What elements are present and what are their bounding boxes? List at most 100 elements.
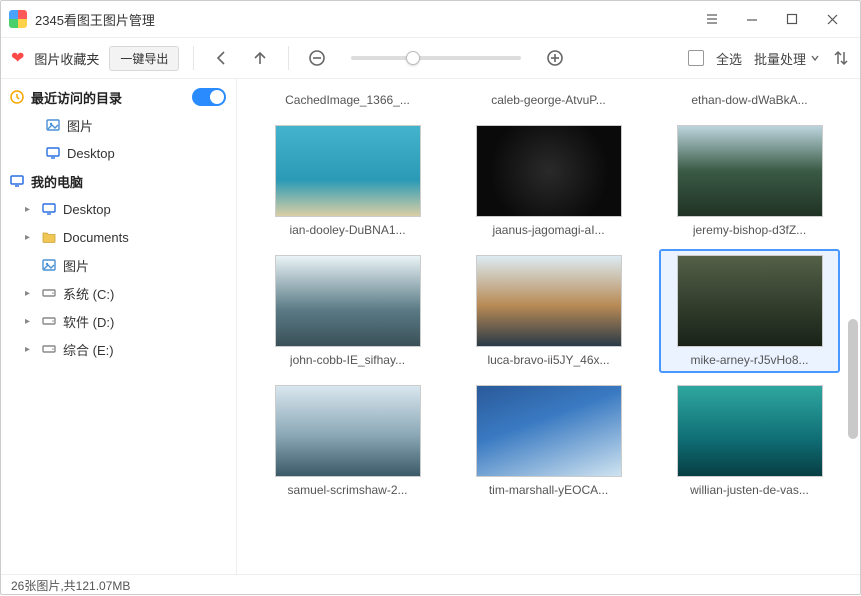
zoom-slider-thumb[interactable] bbox=[406, 51, 420, 65]
sidebar-mypc-item[interactable]: ▸ 综合 (E:) bbox=[1, 335, 236, 363]
minimize-button[interactable] bbox=[732, 5, 772, 33]
thumbnail-card[interactable]: luca-bravo-ii5JY_46x... bbox=[458, 249, 639, 373]
thumbnail-card[interactable]: ethan-dow-dWaBkA... bbox=[659, 85, 840, 113]
thumbnail-card[interactable]: samuel-scrimshaw-2... bbox=[257, 379, 438, 503]
batch-process-label: 批量处理 bbox=[754, 49, 806, 68]
thumbnail-caption: tim-marshall-yEOCA... bbox=[489, 483, 608, 497]
sidebar-recent-item[interactable]: 图片 bbox=[1, 111, 236, 139]
recent-toggle[interactable] bbox=[192, 88, 226, 106]
sidebar-mypc-item[interactable]: ▸ Desktop bbox=[1, 195, 236, 223]
thumbnail-caption: mike-arney-rJ5vHo8... bbox=[690, 353, 808, 367]
sidebar-item-label: 系统 (C:) bbox=[63, 284, 114, 303]
select-all-label: 全选 bbox=[716, 49, 742, 68]
heart-icon: ❤ bbox=[11, 48, 24, 68]
content-area: CachedImage_1366_... caleb-george-AtvuP..… bbox=[237, 79, 860, 574]
thumbnail-caption: CachedImage_1366_... bbox=[285, 93, 410, 107]
expand-icon: ▸ bbox=[25, 204, 35, 215]
thumbnail-image bbox=[677, 385, 823, 477]
scrollbar-track[interactable] bbox=[846, 79, 860, 574]
sidebar-item-label: Documents bbox=[63, 230, 129, 245]
menu-button[interactable] bbox=[692, 5, 732, 33]
export-button[interactable]: 一键导出 bbox=[109, 46, 179, 71]
sidebar-item-label: 综合 (E:) bbox=[63, 340, 114, 359]
favorites-label: 图片收藏夹 bbox=[34, 49, 99, 68]
expand-icon: ▸ bbox=[25, 316, 35, 327]
thumbnail-image bbox=[677, 125, 823, 217]
statusbar: 26张图片,共121.07MB bbox=[1, 574, 860, 596]
drive-icon bbox=[41, 285, 57, 301]
thumbnail-image bbox=[677, 255, 823, 347]
thumbnail-image bbox=[476, 125, 622, 217]
thumbnail-card[interactable]: john-cobb-IE_sifhay... bbox=[257, 249, 438, 373]
sidebar-item-label: 图片 bbox=[63, 256, 89, 275]
thumbnail-caption: ethan-dow-dWaBkA... bbox=[691, 93, 807, 107]
select-all-checkbox[interactable] bbox=[688, 50, 704, 66]
thumbnail-caption: john-cobb-IE_sifhay... bbox=[290, 353, 405, 367]
sidebar-item-label: Desktop bbox=[67, 146, 115, 161]
window-title: 2345看图王图片管理 bbox=[35, 10, 155, 29]
thumbnail-card[interactable]: jeremy-bishop-d3fZ... bbox=[659, 119, 840, 243]
sidebar-recent-header[interactable]: 最近访问的目录 bbox=[1, 83, 236, 111]
zoom-out-button[interactable] bbox=[303, 44, 331, 72]
thumbnail-card[interactable]: willian-justen-de-vas... bbox=[659, 379, 840, 503]
thumbnail-image bbox=[275, 255, 421, 347]
expand-icon: ▸ bbox=[25, 288, 35, 299]
sidebar-recent-item[interactable]: Desktop bbox=[1, 139, 236, 167]
monitor-icon bbox=[41, 201, 57, 217]
sidebar-mypc-item[interactable]: ▸ Documents bbox=[1, 223, 236, 251]
chevron-down-icon bbox=[810, 53, 820, 63]
up-button[interactable] bbox=[246, 44, 274, 72]
expand-icon: ▸ bbox=[25, 344, 35, 355]
thumbnail-caption: ian-dooley-DuBNA1... bbox=[289, 223, 405, 237]
thumbnail-card[interactable]: ian-dooley-DuBNA1... bbox=[257, 119, 438, 243]
sort-button[interactable] bbox=[832, 49, 850, 67]
sidebar-mypc-label: 我的电脑 bbox=[31, 172, 83, 191]
sidebar-mypc-item[interactable]: ▸ 系统 (C:) bbox=[1, 279, 236, 307]
thumbnail-image bbox=[476, 385, 622, 477]
sidebar-item-label: 图片 bbox=[67, 116, 93, 135]
sidebar: 最近访问的目录 图片 Desktop 我的电脑 ▸ Desktop ▸ Document… bbox=[1, 79, 237, 574]
thumbnail-caption: luca-bravo-ii5JY_46x... bbox=[487, 353, 609, 367]
export-button-label: 一键导出 bbox=[120, 52, 168, 66]
toolbar-divider bbox=[193, 46, 194, 70]
thumbnail-image bbox=[476, 255, 622, 347]
sidebar-item-label: 软件 (D:) bbox=[63, 312, 114, 331]
expand-icon: ▸ bbox=[25, 232, 35, 243]
batch-process-dropdown[interactable]: 批量处理 bbox=[754, 49, 820, 68]
zoom-slider[interactable] bbox=[351, 56, 521, 60]
zoom-in-button[interactable] bbox=[541, 44, 569, 72]
thumbnail-caption: willian-justen-de-vas... bbox=[690, 483, 809, 497]
monitor-icon bbox=[45, 145, 61, 161]
thumbnail-caption: jaanus-jagomagi-aI... bbox=[492, 223, 604, 237]
clock-icon bbox=[9, 89, 25, 105]
toolbar: ❤ 图片收藏夹 一键导出 全选 批量处理 bbox=[1, 37, 860, 79]
thumbnail-card[interactable]: tim-marshall-yEOCA... bbox=[458, 379, 639, 503]
close-button[interactable] bbox=[812, 5, 852, 33]
sidebar-mypc-item[interactable]: ▸ 软件 (D:) bbox=[1, 307, 236, 335]
thumbnail-card[interactable]: CachedImage_1366_... bbox=[257, 85, 438, 113]
picture-icon bbox=[41, 257, 57, 273]
sidebar-item-label: Desktop bbox=[63, 202, 111, 217]
statusbar-text: 26张图片,共121.07MB bbox=[11, 577, 130, 594]
thumbnail-card[interactable]: jaanus-jagomagi-aI... bbox=[458, 119, 639, 243]
thumbnail-card[interactable]: mike-arney-rJ5vHo8... bbox=[659, 249, 840, 373]
thumbnail-image bbox=[275, 125, 421, 217]
picture-icon bbox=[45, 117, 61, 133]
sidebar-recent-label: 最近访问的目录 bbox=[31, 88, 122, 107]
sidebar-mypc-item[interactable]: 图片 bbox=[1, 251, 236, 279]
drive-icon bbox=[41, 313, 57, 329]
thumbnail-caption: jeremy-bishop-d3fZ... bbox=[693, 223, 806, 237]
app-logo-icon bbox=[9, 10, 27, 28]
main-area: 最近访问的目录 图片 Desktop 我的电脑 ▸ Desktop ▸ Document… bbox=[1, 79, 860, 574]
monitor-icon bbox=[9, 173, 25, 189]
maximize-button[interactable] bbox=[772, 5, 812, 33]
thumbnail-image bbox=[275, 385, 421, 477]
scrollbar-thumb[interactable] bbox=[848, 319, 858, 439]
back-button[interactable] bbox=[208, 44, 236, 72]
folder-icon bbox=[41, 229, 57, 245]
toolbar-divider bbox=[288, 46, 289, 70]
thumbnail-caption: caleb-george-AtvuP... bbox=[491, 93, 606, 107]
thumbnail-card[interactable]: caleb-george-AtvuP... bbox=[458, 85, 639, 113]
sidebar-mypc-header[interactable]: 我的电脑 bbox=[1, 167, 236, 195]
thumbnail-caption: samuel-scrimshaw-2... bbox=[287, 483, 407, 497]
